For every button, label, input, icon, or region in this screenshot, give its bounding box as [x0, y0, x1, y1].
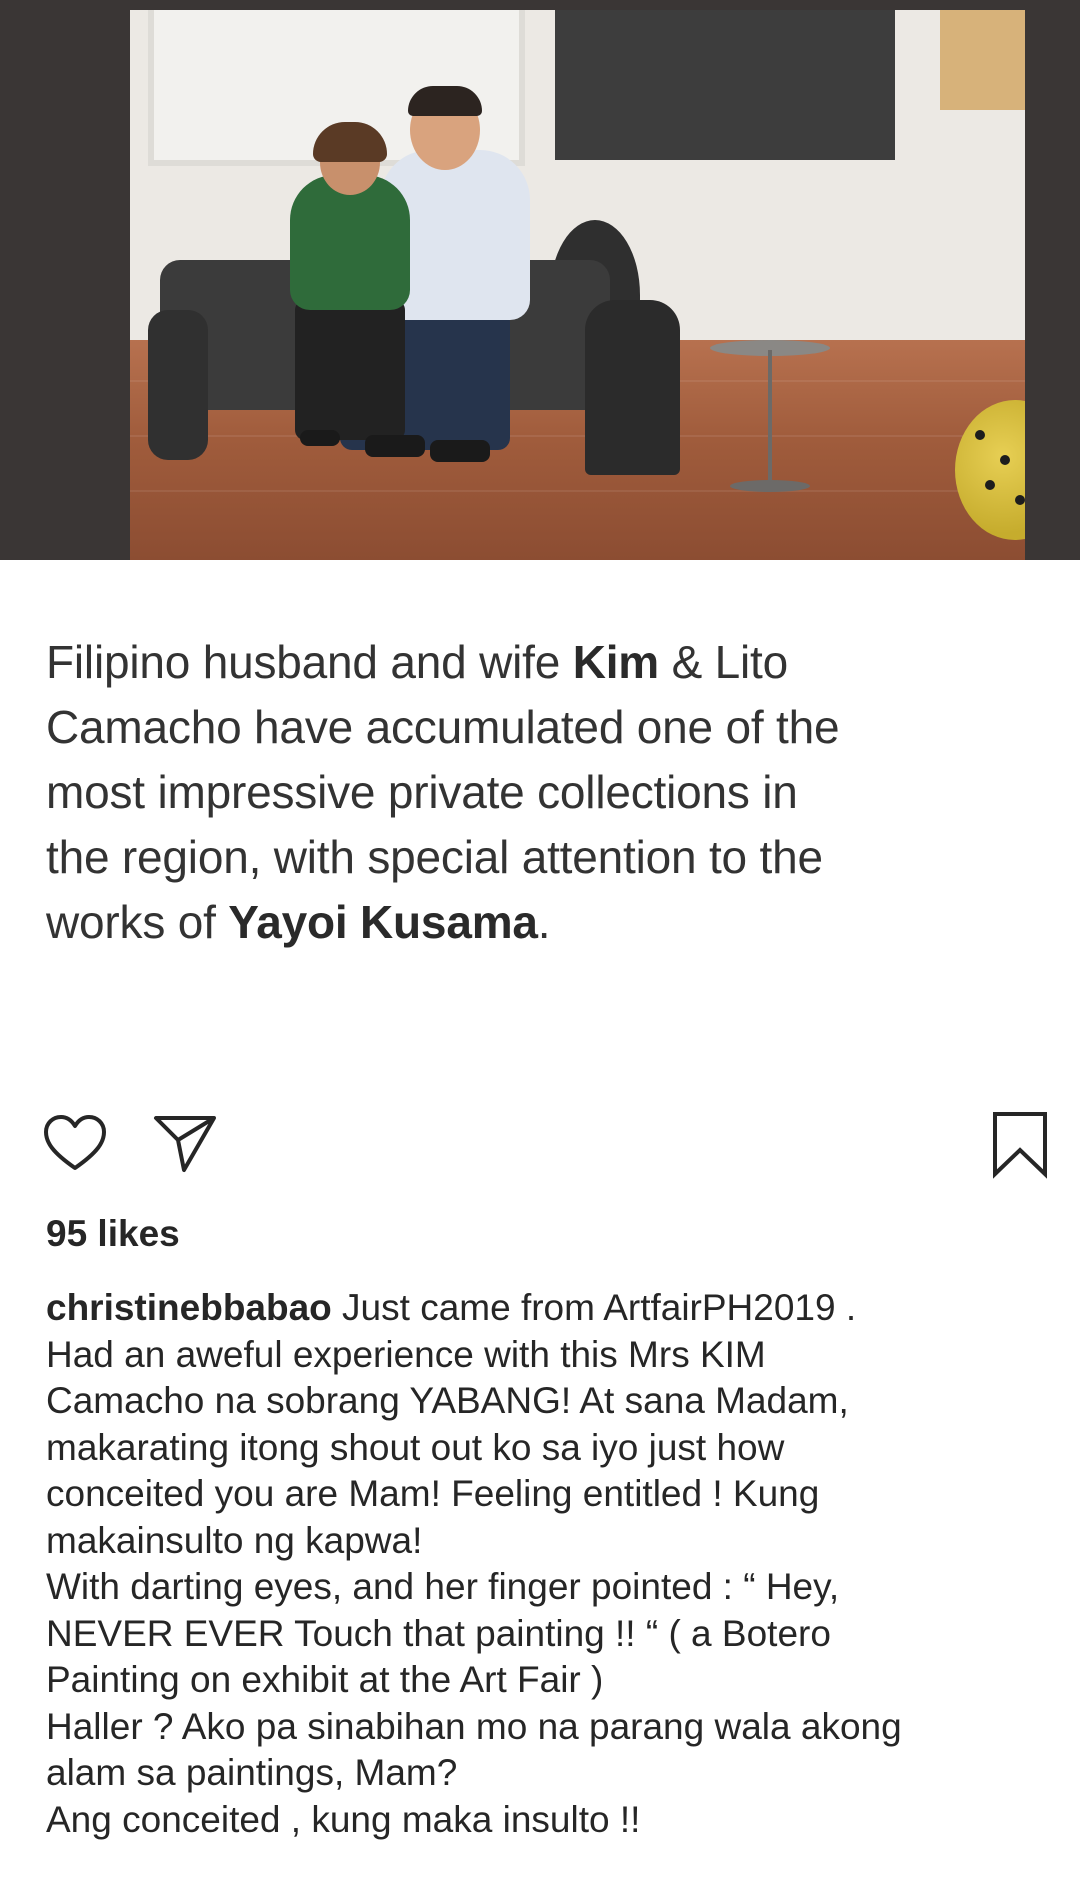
caption-line: Camacho na sobrang YABANG! At sana Madam… — [46, 1380, 849, 1421]
sofa-arm-right — [585, 300, 680, 475]
caption-text: Just came from ArtfairPH2019 . — [331, 1287, 857, 1328]
article-bold-text: Yayoi Kusama — [228, 896, 538, 948]
heart-outline-icon — [44, 1115, 106, 1170]
shoe — [365, 435, 425, 457]
like-button[interactable] — [40, 1110, 110, 1180]
caption-line: conceited you are Mam! Feeling entitled … — [46, 1473, 820, 1514]
save-button[interactable] — [985, 1110, 1055, 1180]
article-line: the region, with special attention to th… — [46, 825, 1056, 890]
post-caption: christinebbabao Just came from ArtfairPH… — [46, 1285, 1056, 1843]
caption-line: With darting eyes, and her finger pointe… — [46, 1566, 840, 1607]
wall-artwork-center — [555, 10, 895, 160]
caption-line: makainsulto ng kapwa! — [46, 1519, 423, 1561]
paper-plane-icon — [154, 1116, 216, 1172]
photo-room-scene — [130, 10, 1025, 560]
article-line: Filipino husband and wife Kim & Lito — [46, 630, 1056, 695]
post-action-bar — [0, 1110, 1080, 1180]
caption-line: Ang conceited , kung maka insulto !! — [46, 1798, 641, 1840]
share-button[interactable] — [150, 1110, 220, 1180]
woman-figure-legs — [295, 300, 405, 440]
caption-first-line: christinebbabao Just came from ArtfairPH… — [46, 1285, 1056, 1332]
post-photo[interactable] — [0, 0, 1080, 560]
caption-line: alam sa paintings, Mam? — [46, 1752, 458, 1793]
article-line: Camacho have accumulated one of the — [46, 695, 1056, 760]
caption-line: makarating itong shout out ko sa iyo jus… — [46, 1426, 785, 1468]
likes-count[interactable]: 95 likes — [46, 1213, 180, 1255]
article-text: the region, with special attention to th… — [46, 831, 823, 883]
article-text: Filipino husband and wife — [46, 636, 573, 688]
caption-username[interactable]: christinebbabao — [46, 1287, 332, 1328]
article-text: . — [537, 896, 551, 948]
article-text: Camacho have accumulated one of the — [46, 701, 840, 753]
article-text: & Lito — [659, 636, 789, 688]
caption-line: Painting on exhibit at the Art Fair ) — [46, 1659, 604, 1700]
article-text: works of — [46, 896, 229, 948]
article-bold-text: Kim — [572, 636, 660, 688]
caption-line: Had an aweful experience with this Mrs K… — [46, 1333, 766, 1375]
bookmark-outline-icon — [993, 1112, 1047, 1179]
article-line: works of Yayoi Kusama. — [46, 890, 1056, 955]
caption-line: Haller ? Ako pa sinabihan mo na parang w… — [46, 1705, 902, 1747]
woman-figure — [290, 175, 410, 310]
wall-artwork-right — [940, 10, 1025, 110]
caption-line: NEVER EVER Touch that painting !! “ ( a … — [46, 1612, 831, 1654]
article-line: most impressive private collections in — [46, 760, 1056, 825]
shoe — [300, 430, 340, 446]
article-text: most impressive private collections in — [46, 766, 798, 818]
sofa-arm-left — [148, 310, 208, 460]
shoe — [430, 440, 490, 462]
article-caption-text: Filipino husband and wife Kim & Lito Cama… — [46, 630, 1056, 955]
